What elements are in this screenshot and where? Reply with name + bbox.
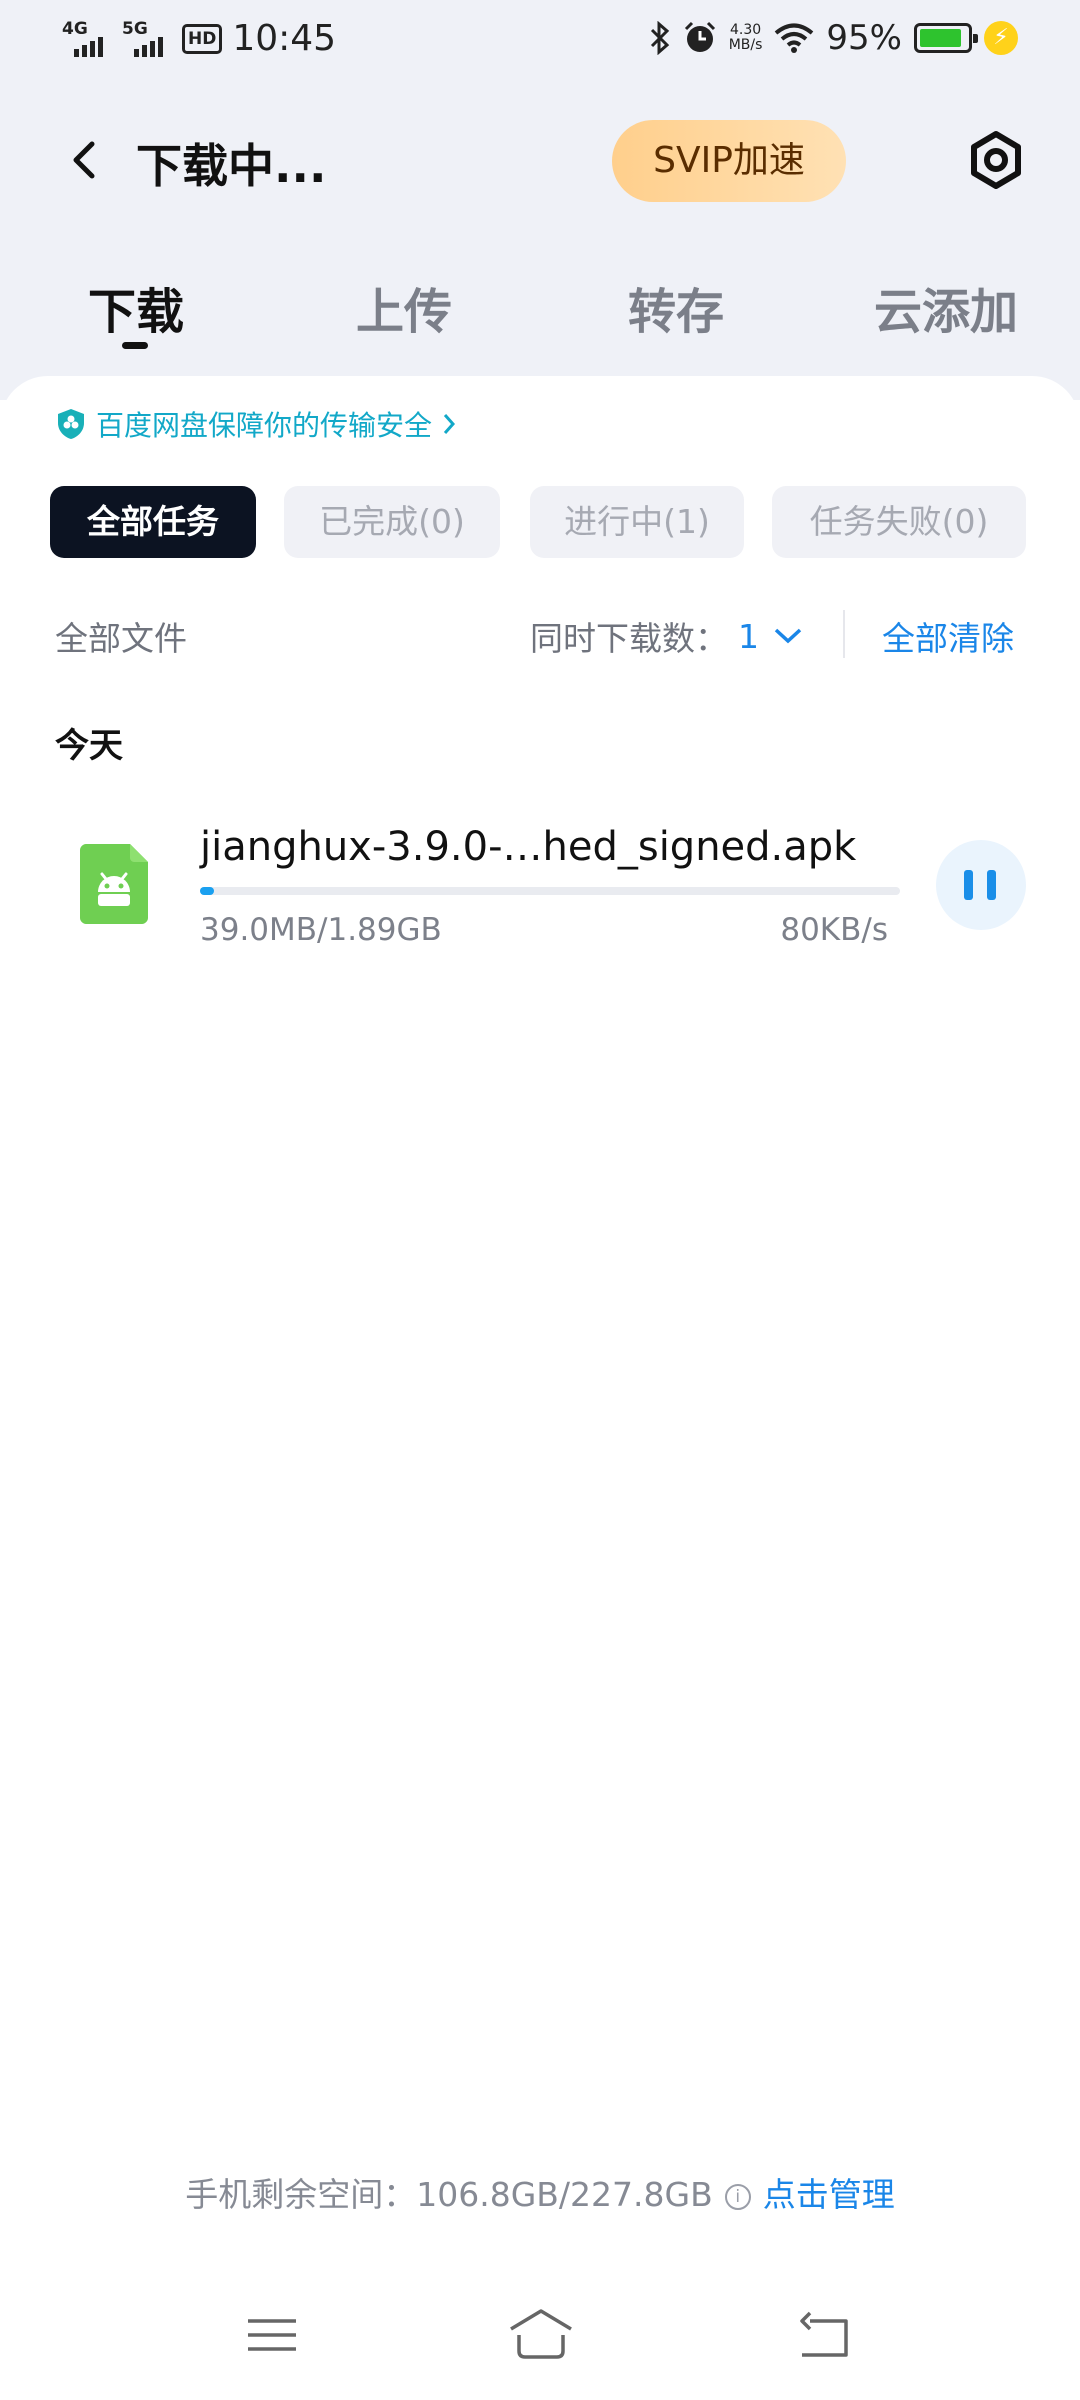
download-size: 39.0MB/1.89GB <box>200 912 442 948</box>
filter-completed[interactable]: 已完成(0) <box>284 486 500 558</box>
tab-download[interactable]: 下载 <box>88 272 184 342</box>
pause-icon-bar-left <box>964 870 973 900</box>
shield-icon <box>58 409 84 439</box>
svip-boost-button[interactable]: SVIP加速 <box>612 120 846 202</box>
download-progress-bar <box>200 887 900 895</box>
date-group-label: 今天 <box>55 726 123 766</box>
active-tab-indicator <box>122 342 148 349</box>
pause-button[interactable] <box>936 840 1026 930</box>
download-speed: 80KB/s <box>780 912 888 948</box>
status-left: 4G 5G HD 10:45 <box>62 18 336 59</box>
download-file-name[interactable]: jianghux-3.9.0-…hed_signed.apk <box>200 824 856 870</box>
menu-nav-button[interactable] <box>242 2305 302 2365</box>
clear-all-button[interactable]: 全部清除 <box>882 612 1014 660</box>
speed-unit: MB/s <box>728 37 763 53</box>
tab-cloud-add[interactable]: 云添加 <box>874 272 1018 342</box>
bluetooth-icon <box>650 21 669 55</box>
concurrent-downloads-selector[interactable]: 同时下载数： 1 <box>530 612 803 660</box>
filter-in-progress[interactable]: 进行中(1) <box>530 486 744 558</box>
file-filter-dropdown[interactable]: 全部文件 <box>55 612 187 660</box>
toolbar-divider <box>843 610 845 658</box>
settings-icon[interactable] <box>964 128 1028 192</box>
page-title: 下载中... <box>136 139 327 193</box>
storage-label: 手机剩余空间：106.8GB/227.8GB <box>185 2175 713 2214</box>
download-progress-fill <box>200 887 215 895</box>
security-banner-text: 百度网盘保障你的传输安全 <box>96 409 433 442</box>
manage-storage-link[interactable]: 点击管理 <box>763 2175 895 2214</box>
pause-icon-bar-right <box>987 870 996 900</box>
charging-icon: ⚡ <box>984 21 1018 55</box>
concurrent-value: 1 <box>738 616 759 656</box>
network-type-2: 5G <box>122 18 148 39</box>
info-icon[interactable]: i <box>724 2184 751 2210</box>
security-banner[interactable]: 百度网盘保障你的传输安全 <box>56 404 456 444</box>
content-panel <box>0 376 1080 2400</box>
filter-failed[interactable]: 任务失败(0) <box>772 486 1026 558</box>
clock: 10:45 <box>232 18 337 59</box>
network-type-1: 4G <box>62 18 88 39</box>
concurrent-label: 同时下载数： <box>530 619 728 658</box>
alarm-icon <box>684 21 715 52</box>
home-nav-button[interactable] <box>505 2305 577 2365</box>
status-right: 4.30 MB/s 95% ⚡ <box>637 18 1018 58</box>
chevron-down-icon <box>774 628 802 644</box>
android-apk-icon <box>80 844 148 924</box>
wifi-icon <box>775 23 814 53</box>
chevron-right-icon <box>443 414 456 434</box>
speed-value: 4.30 <box>729 22 762 38</box>
battery-icon <box>914 23 978 53</box>
signal-5g-icon: 5G <box>122 19 172 59</box>
signal-4g-icon: 4G <box>62 19 112 59</box>
tab-upload[interactable]: 上传 <box>356 272 452 342</box>
hd-voice-icon: HD <box>182 23 223 54</box>
tab-transfer[interactable]: 转存 <box>628 272 724 342</box>
filter-all-tasks[interactable]: 全部任务 <box>50 486 256 558</box>
back-nav-button[interactable] <box>796 2305 856 2365</box>
status-bar: 4G 5G HD 10:45 4.30 MB/s 95% ⚡ <box>0 0 1080 84</box>
back-button[interactable] <box>60 130 110 190</box>
battery-percent: 95% <box>826 18 902 58</box>
storage-info: 手机剩余空间：106.8GB/227.8GB i 点击管理 <box>0 2168 1080 2216</box>
network-speed: 4.30 MB/s <box>729 23 763 53</box>
